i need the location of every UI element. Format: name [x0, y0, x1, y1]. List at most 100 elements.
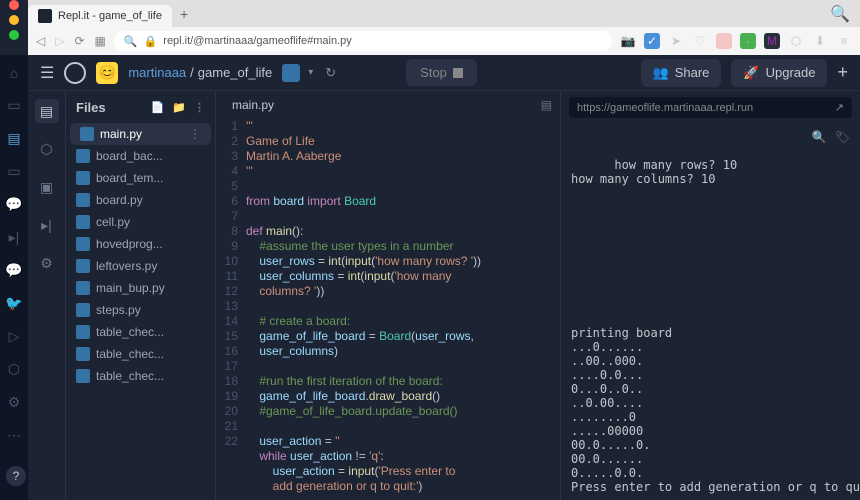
code-line[interactable]: while user_action != 'q':	[246, 449, 560, 464]
rail-gear-icon[interactable]: ⚙	[8, 394, 21, 411]
window-minimize-icon[interactable]	[9, 15, 19, 25]
code-line[interactable]: user_columns = int(input('how many colum…	[246, 269, 560, 299]
code-line[interactable]: def main():	[246, 224, 560, 239]
file-item[interactable]: leftovers.py	[66, 255, 215, 277]
new-tab-button[interactable]: +	[180, 6, 188, 22]
code-line[interactable]	[246, 299, 560, 314]
username-link[interactable]: martinaaa	[128, 65, 186, 80]
extension-icon-2[interactable]: ·	[716, 33, 732, 49]
file-item[interactable]: table_chec...	[66, 321, 215, 343]
extension-icon-1[interactable]: ✓	[644, 33, 660, 49]
window-close-icon[interactable]	[9, 0, 19, 10]
open-external-icon[interactable]: ↗	[835, 101, 844, 114]
console-search-icon[interactable]: 🔍	[812, 130, 827, 144]
output-url: https://gameoflife.martinaaa.repl.run	[577, 102, 753, 114]
code-line[interactable]: #game_of_life_board.update_board()	[246, 404, 560, 419]
rail-chat-icon[interactable]: 💬	[5, 196, 22, 213]
file-item[interactable]: main.py⋮	[70, 123, 211, 145]
code-line[interactable]: '''	[246, 119, 560, 134]
camera-icon[interactable]: 📷	[620, 33, 636, 49]
history-icon[interactable]: ↻	[325, 65, 336, 81]
rail-cube-icon[interactable]: ⬡	[8, 361, 20, 378]
extension-icon-3[interactable]: ·	[740, 33, 756, 49]
file-item[interactable]: board_bac...	[66, 145, 215, 167]
forward-button[interactable]: ▷	[55, 34, 64, 48]
chevron-down-icon[interactable]: ▾	[308, 67, 313, 78]
help-button[interactable]: ?	[6, 466, 26, 486]
debug-tab-icon[interactable]: ▸|	[35, 213, 59, 237]
python-file-icon	[76, 237, 90, 251]
python-file-icon	[76, 215, 90, 229]
code-line[interactable]: user_action = input('Press enter to add …	[246, 464, 560, 494]
new-file-button[interactable]: +	[837, 62, 848, 83]
code-line[interactable]: # create a board:	[246, 314, 560, 329]
rail-home-icon[interactable]: ⌂	[10, 65, 18, 81]
code-line[interactable]: user_rows = int(input('how many rows? ')…	[246, 254, 560, 269]
send-icon[interactable]: ➤	[668, 33, 684, 49]
new-file-icon[interactable]: 📄	[151, 101, 165, 114]
file-item[interactable]: table_chec...	[66, 343, 215, 365]
file-item[interactable]: steps.py	[66, 299, 215, 321]
rail-folder-icon[interactable]: ▭	[7, 97, 20, 114]
file-item[interactable]: board.py	[66, 189, 215, 211]
code-line[interactable]: Martin A. Aaberge	[246, 149, 560, 164]
packages-tab-icon[interactable]: ▣	[35, 175, 59, 199]
menu-icon[interactable]: ≡	[836, 33, 852, 49]
file-item[interactable]: cell.py	[66, 211, 215, 233]
file-item[interactable]: main_bup.py	[66, 277, 215, 299]
code-line[interactable]: #assume the user types in a number	[246, 239, 560, 254]
new-folder-icon[interactable]: 📁	[172, 101, 186, 114]
code-line[interactable]: user_action = ''	[246, 434, 560, 449]
output-url-bar[interactable]: https://gameoflife.martinaaa.repl.run ↗	[569, 97, 852, 118]
file-more-icon[interactable]: ⋮	[189, 127, 201, 141]
home-button[interactable]: ▦	[95, 34, 106, 48]
rail-book-icon[interactable]: ▭	[7, 163, 20, 180]
upgrade-button[interactable]: 🚀 Upgrade	[731, 59, 827, 87]
back-button[interactable]: ◁	[36, 34, 45, 48]
code-line[interactable]: game_of_life_board = Board(user_rows, us…	[246, 329, 560, 359]
rail-twitter-icon[interactable]: 🐦	[5, 295, 22, 312]
file-item[interactable]: board_tem...	[66, 167, 215, 189]
code-line[interactable]: game_of_life_board.draw_board()	[246, 389, 560, 404]
download-icon[interactable]: ⬇	[812, 33, 828, 49]
console-output[interactable]: 🔍 🏷 how many rows? 10how many columns? 1…	[561, 124, 860, 500]
share-button[interactable]: 👥 Share	[641, 59, 722, 87]
rail-more-icon[interactable]: ⋯	[7, 427, 21, 444]
rail-play-icon[interactable]: ▸|	[9, 229, 20, 246]
repl-name[interactable]: game_of_life	[198, 65, 272, 80]
vcs-tab-icon[interactable]: ⬡	[35, 137, 59, 161]
code-line[interactable]: #run the first iteration of the board:	[246, 374, 560, 389]
reload-button[interactable]: ⟳	[74, 34, 84, 48]
code-line[interactable]	[246, 179, 560, 194]
code-line[interactable]: Game of Life	[246, 134, 560, 149]
rail-messenger-icon[interactable]: 💬	[5, 262, 22, 279]
code-line[interactable]	[246, 359, 560, 374]
address-bar[interactable]: 🔍 🔒 repl.it/@martinaaa/gameoflife#main.p…	[114, 31, 612, 51]
file-item[interactable]: table_chec...	[66, 365, 215, 387]
files-tab-icon[interactable]: ▤	[35, 99, 59, 123]
rail-run-icon[interactable]: ▷	[9, 328, 20, 345]
rail-doc-icon[interactable]: ▤	[7, 130, 20, 147]
extension-icon-5[interactable]: ⬡	[788, 33, 804, 49]
tab-search-icon[interactable]: 🔍	[830, 4, 850, 24]
editor-tab[interactable]: main.py	[224, 94, 282, 116]
code-line[interactable]: from board import Board	[246, 194, 560, 209]
extension-icon-4[interactable]: M	[764, 33, 780, 49]
replit-logo-icon[interactable]	[64, 62, 86, 84]
code-line[interactable]	[246, 419, 560, 434]
hamburger-menu[interactable]: ☰	[40, 63, 54, 83]
code-line[interactable]: '''	[246, 164, 560, 179]
browser-tab[interactable]: Repl.it - game_of_life	[28, 5, 172, 27]
file-name: leftovers.py	[96, 259, 157, 273]
console-tag-icon[interactable]: 🏷	[835, 130, 850, 144]
stop-button[interactable]: Stop	[406, 59, 477, 86]
file-item[interactable]: hovedprog...	[66, 233, 215, 255]
heart-icon[interactable]: ♡	[692, 33, 708, 49]
settings-tab-icon[interactable]: ⚙	[35, 251, 59, 275]
file-more-icon[interactable]: ⋮	[194, 101, 205, 114]
window-maximize-icon[interactable]	[9, 30, 19, 40]
user-avatar[interactable]: 😊	[96, 62, 118, 84]
code-line[interactable]	[246, 209, 560, 224]
zoom-icon[interactable]: 🔍	[124, 35, 138, 48]
wrap-icon[interactable]: ▤	[541, 98, 552, 112]
